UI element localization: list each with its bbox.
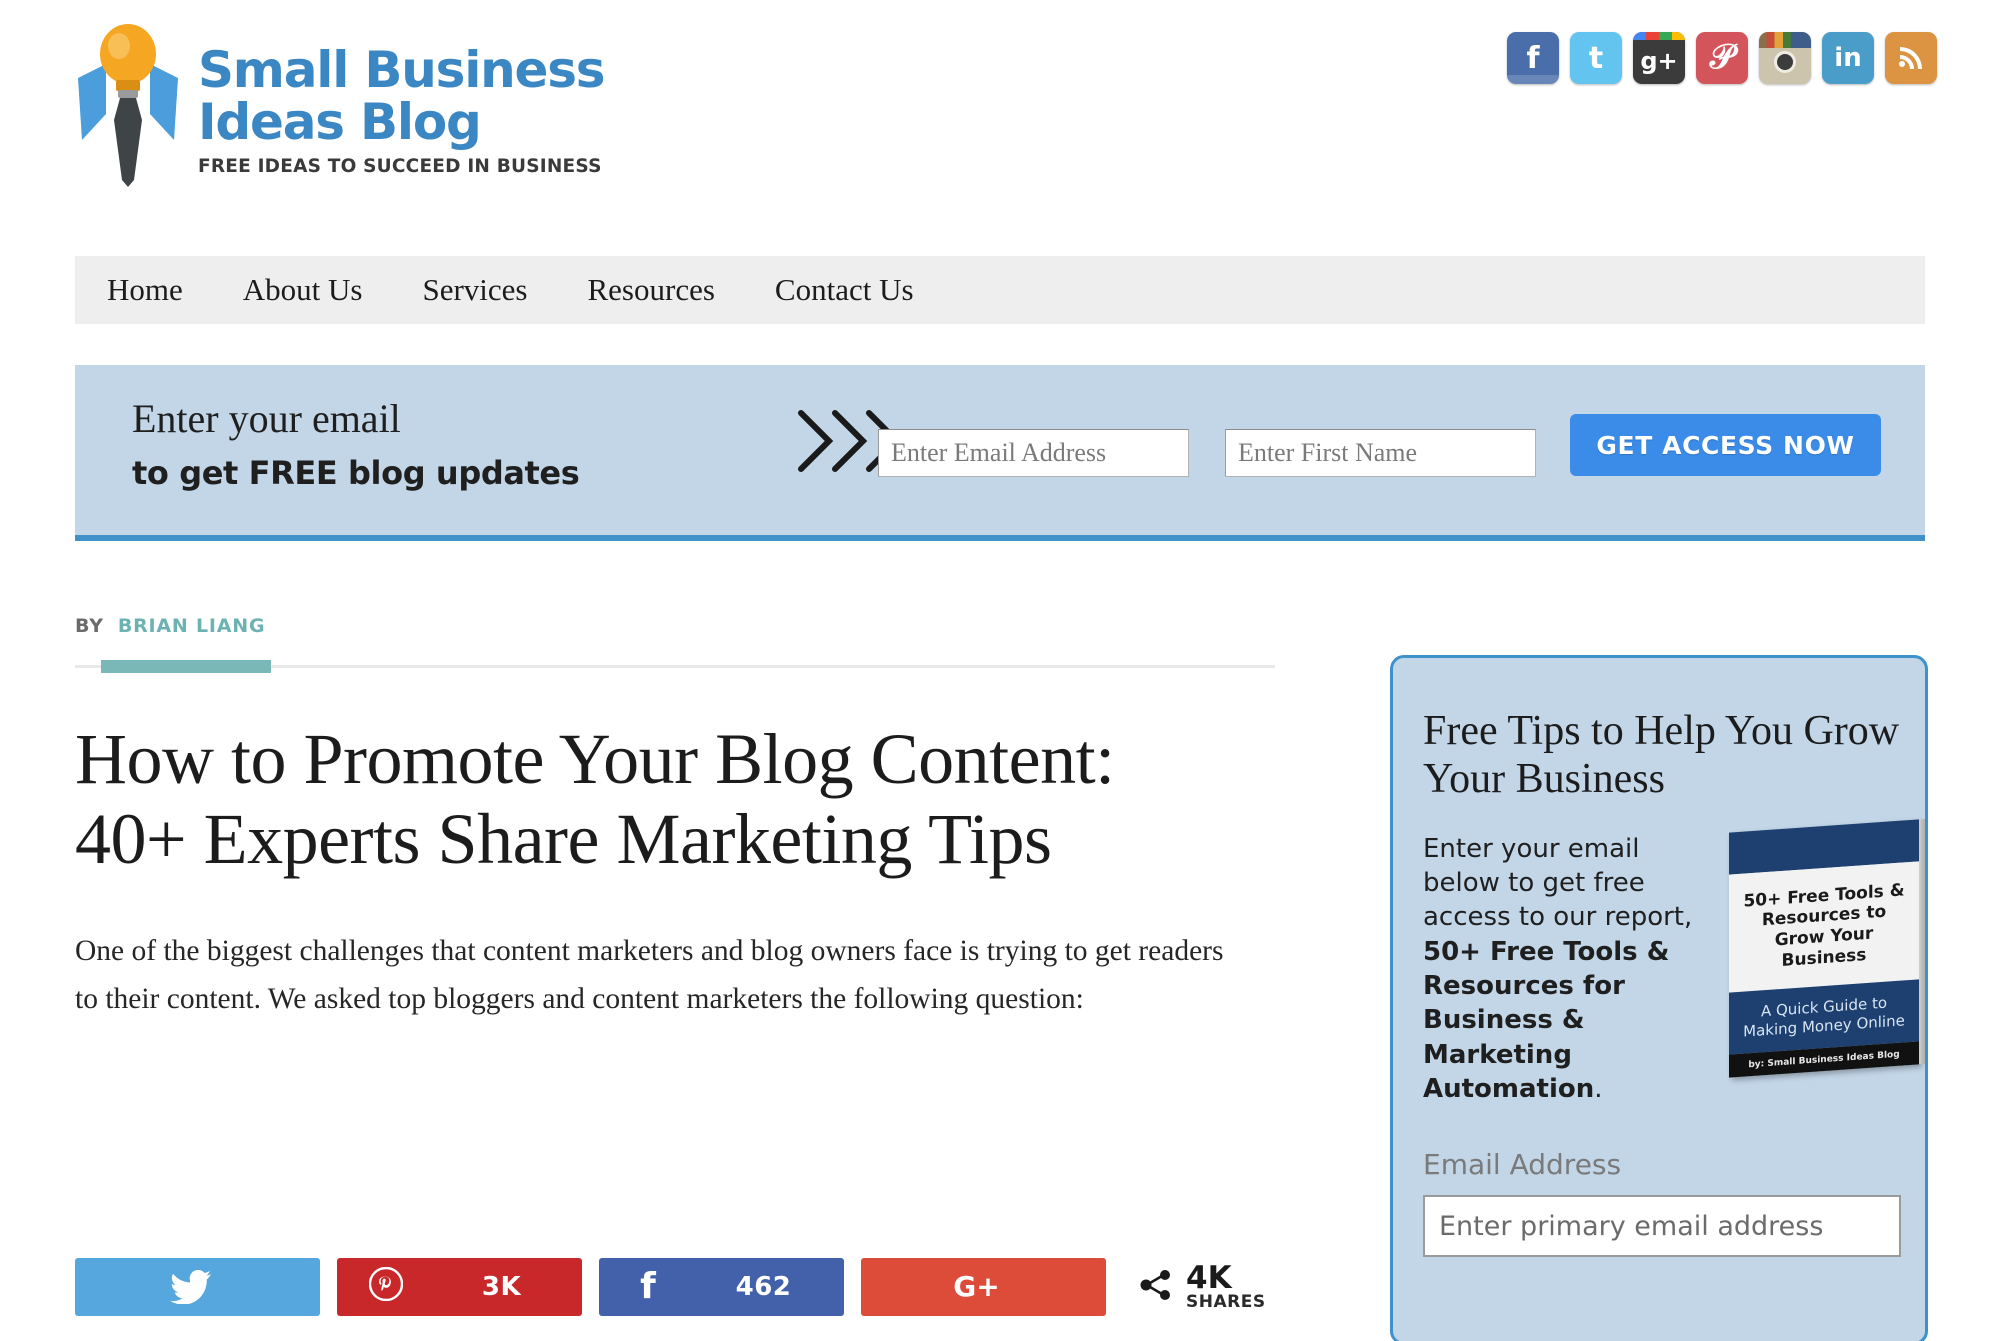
ebook-title: 50+ Free Tools & Resources to Grow Your …	[1729, 861, 1919, 993]
sidebar-body-post: .	[1594, 1073, 1603, 1104]
byline-by-label: BY	[75, 615, 104, 637]
byline: BY BRIAN LIANG	[75, 615, 1280, 637]
sidebar-optin-widget: Free Tips to Help You Grow Your Business…	[1390, 655, 1928, 1341]
main-navigation: Home About Us Services Resources Contact…	[75, 256, 1925, 324]
share-count-facebook: 462	[735, 1272, 792, 1302]
sidebar-email-input[interactable]	[1423, 1195, 1901, 1258]
article: BY BRIAN LIANG How to Promote Your Blog C…	[75, 615, 1280, 1053]
pinterest-icon	[337, 1266, 435, 1307]
logo-line-2: Ideas Blog	[198, 93, 482, 151]
byline-accent-segment	[101, 660, 271, 673]
optin-first-name-input[interactable]	[1225, 429, 1536, 477]
facebook-icon[interactable]: f	[1507, 32, 1559, 84]
sidebar-body-bold: 50+ Free Tools & Resources for Business …	[1423, 936, 1670, 1104]
page-root: Small Business Ideas Blog FREE IDEAS TO …	[0, 0, 1999, 1341]
linkedin-icon[interactable]: in	[1822, 32, 1874, 84]
optin-subheadline: to get FREE blog updates	[132, 454, 580, 492]
nav-item-resources[interactable]: Resources	[558, 272, 745, 308]
nav-item-contact-us[interactable]: Contact Us	[745, 272, 944, 308]
get-access-now-button[interactable]: GET ACCESS NOW	[1570, 414, 1881, 476]
instagram-icon[interactable]	[1759, 32, 1811, 84]
share-total-count: 4K	[1186, 1259, 1232, 1296]
share-total: 4K SHARES	[1139, 1259, 1266, 1313]
google-plus-icon[interactable]: g+	[1633, 32, 1685, 84]
site-logo[interactable]: Small Business Ideas Blog FREE IDEAS TO …	[72, 22, 606, 187]
logo-line-1: Small Business	[198, 41, 606, 99]
camera-lens-icon	[1774, 51, 1796, 73]
share-total-label: SHARES	[1186, 1292, 1266, 1313]
share-button-pinterest[interactable]: 3K	[337, 1258, 582, 1316]
sidebar-body-pre: Enter your email below to get free acces…	[1423, 833, 1693, 933]
twitter-bird-icon	[75, 1269, 306, 1305]
nav-item-home[interactable]: Home	[75, 272, 213, 308]
page-title: How to Promote Your Blog Content: 40+ Ex…	[75, 719, 1115, 879]
logo-wordmark: Small Business Ideas Blog FREE IDEAS TO …	[198, 22, 606, 177]
share-network-icon	[1139, 1268, 1173, 1307]
lightbulb-tie-logo-icon	[72, 22, 184, 187]
facebook-icon: f	[640, 1266, 656, 1307]
optin-headline: Enter your email	[132, 396, 401, 441]
pinterest-icon[interactable]: 𝒫	[1696, 32, 1748, 84]
nav-item-services[interactable]: Services	[392, 272, 557, 308]
rss-icon[interactable]	[1885, 32, 1937, 84]
byline-divider	[75, 660, 1275, 673]
logo-tagline: FREE IDEAS TO SUCCEED IN BUSINESS	[198, 156, 602, 177]
ebook-spine	[1919, 818, 1925, 1065]
social-links: f t g+ 𝒫 in	[1507, 32, 1937, 84]
optin-copy: Enter your email to get FREE blog update…	[132, 396, 580, 492]
share-button-facebook[interactable]: f 462	[599, 1258, 844, 1316]
social-share-bar: 3K f 462 G+ 4K SHARES	[75, 1258, 1266, 1316]
article-paragraph: One of the biggest challenges that conte…	[75, 935, 1224, 1015]
sidebar-email-label: Email Address	[1423, 1148, 1622, 1182]
share-count-pinterest: 3K	[481, 1272, 522, 1302]
share-button-twitter[interactable]	[75, 1258, 320, 1316]
byline-author-link[interactable]: BRIAN LIANG	[118, 615, 266, 637]
sidebar-body: Enter your email below to get free acces…	[1423, 832, 1723, 1107]
optin-email-input[interactable]	[878, 429, 1189, 477]
share-total-numbers: 4K SHARES	[1186, 1259, 1266, 1313]
google-plus-icon: G+	[953, 1270, 1000, 1303]
site-header: Small Business Ideas Blog FREE IDEAS TO …	[0, 0, 1999, 250]
twitter-icon[interactable]: t	[1570, 32, 1622, 84]
sidebar-heading: Free Tips to Help You Grow Your Business	[1423, 708, 1900, 802]
nav-item-about-us[interactable]: About Us	[213, 272, 393, 308]
share-button-googleplus[interactable]: G+	[861, 1258, 1106, 1316]
ebook-cover-image: 50+ Free Tools & Resources to Grow Your …	[1729, 818, 1925, 1078]
